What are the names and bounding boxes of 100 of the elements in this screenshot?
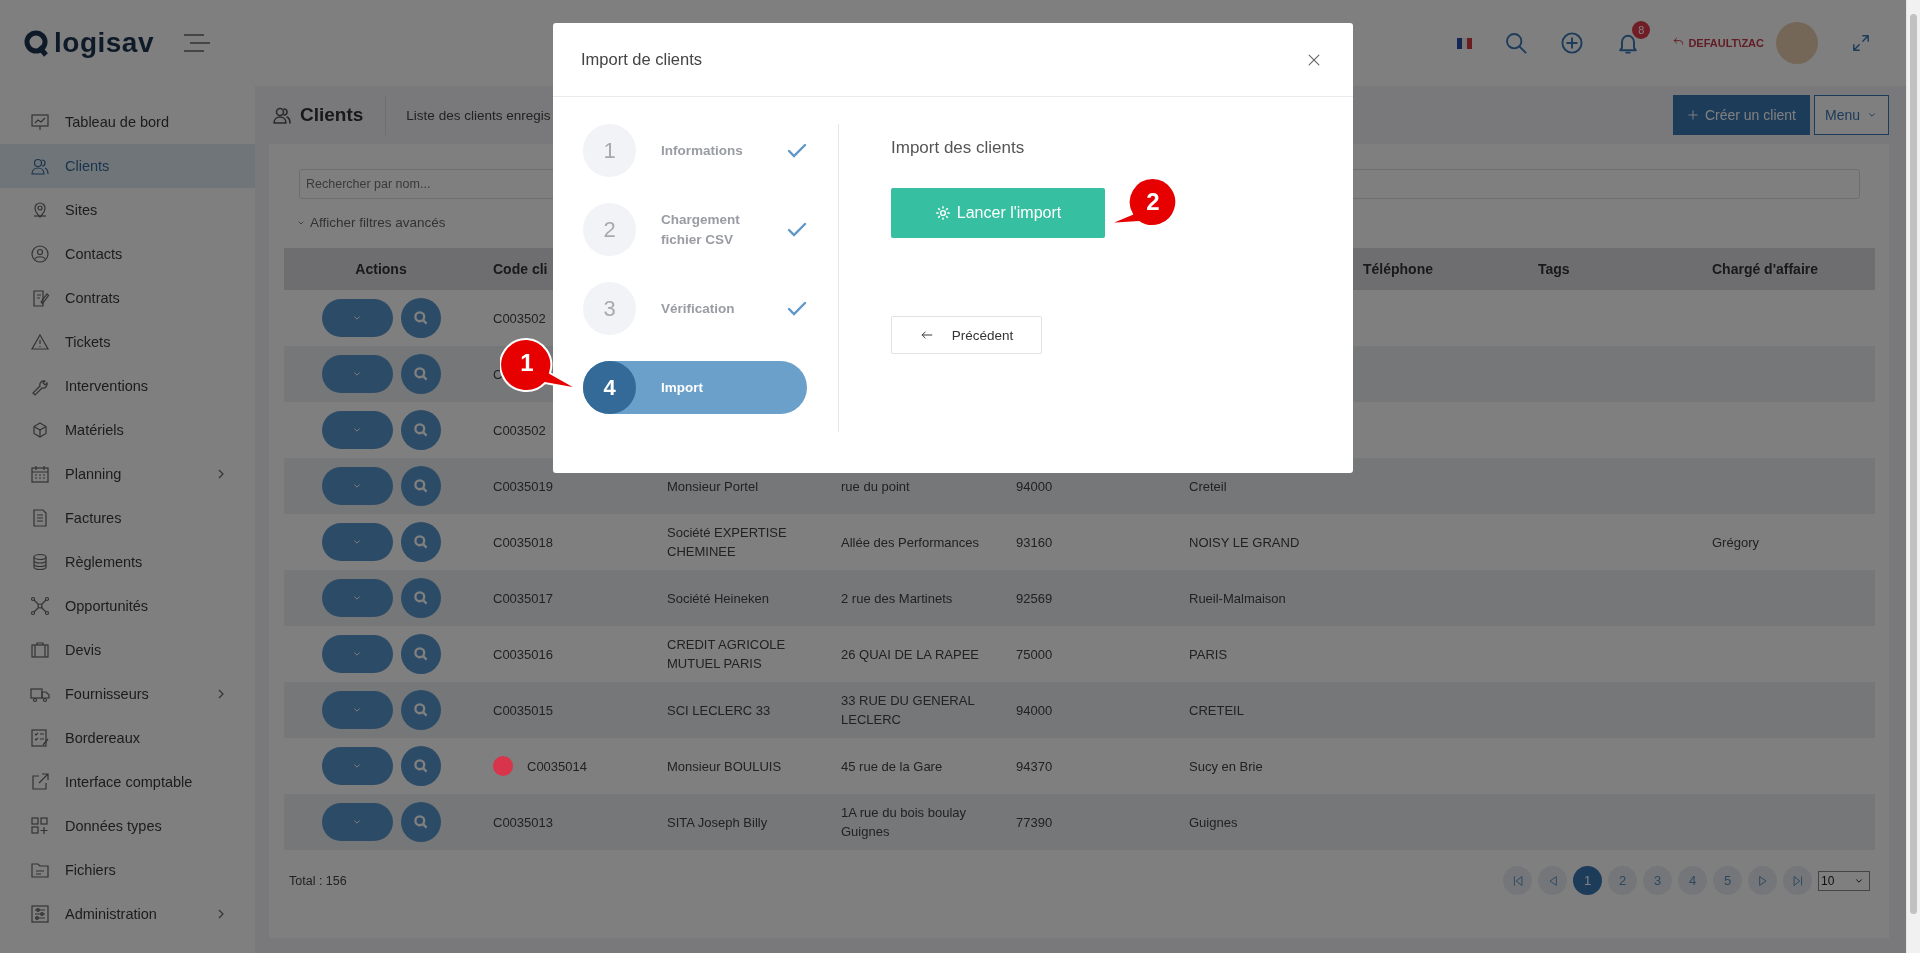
page-subtitle: Liste des clients enregis	[406, 107, 551, 123]
advanced-filters-link[interactable]: Afficher filtres avancés	[296, 215, 446, 230]
sidebar-item[interactable]: Fichiers	[0, 848, 255, 892]
wizard-step[interactable]: 4 Import	[583, 361, 807, 414]
page-button[interactable]: 2	[1608, 866, 1637, 895]
step-label: Vérification	[661, 299, 736, 318]
view-button[interactable]	[400, 634, 441, 674]
view-button[interactable]	[400, 690, 441, 730]
table-cell-text: Monsieur BOULUIS	[667, 757, 782, 776]
wizard-step[interactable]: 2 Chargement fichier CSV	[583, 203, 807, 256]
create-client-button[interactable]: Créer un client	[1672, 95, 1810, 135]
actions-dropdown-button[interactable]	[321, 523, 393, 561]
table-cell-text: C0035019	[493, 477, 553, 496]
sidebar-item[interactable]: Contacts	[0, 232, 255, 276]
sidebar-item[interactable]: Planning	[0, 452, 255, 496]
scrollbar[interactable]	[1906, 0, 1920, 953]
column-header[interactable]: Tags	[1538, 261, 1570, 277]
actions-dropdown-button[interactable]	[321, 747, 393, 785]
avatar[interactable]	[1776, 22, 1818, 64]
view-button[interactable]	[400, 410, 441, 450]
last-page-button[interactable]	[1783, 866, 1812, 895]
view-button[interactable]	[400, 298, 441, 338]
table-cell-text: 33 RUE DU GENERAL LECLERC	[841, 692, 976, 729]
actions-dropdown-button[interactable]	[321, 411, 393, 449]
view-button[interactable]	[400, 466, 441, 506]
sidebar-item[interactable]: Règlements	[0, 540, 255, 584]
sidebar-item[interactable]: Opportunités	[0, 584, 255, 628]
logo-text: logisav	[54, 27, 154, 59]
sidebar-item[interactable]: Interventions	[0, 364, 255, 408]
folder-icon	[30, 860, 50, 880]
page-button[interactable]: 1	[1573, 866, 1602, 895]
table-cell-text: Sucy en Brie	[1189, 757, 1263, 776]
column-header[interactable]: Téléphone	[1363, 261, 1433, 277]
view-button[interactable]	[400, 578, 441, 618]
sidebar-item[interactable]: Bordereaux	[0, 716, 255, 760]
table-cell-text: C0035016	[493, 645, 553, 664]
step-label: Chargement fichier CSV	[661, 210, 741, 249]
column-header[interactable]: Chargé d'affaire	[1712, 261, 1819, 277]
document-icon	[30, 508, 50, 528]
sidebar-item[interactable]: Interface comptable	[0, 760, 255, 804]
table-cell-text: SCI LECLERC 33	[667, 701, 771, 720]
page-button[interactable]: 3	[1643, 866, 1672, 895]
table-cell-text: Creteil	[1189, 477, 1227, 496]
cube-icon	[30, 420, 50, 440]
sidebar-item[interactable]: Matériels	[0, 408, 255, 452]
search-icon	[412, 758, 429, 774]
column-header[interactable]: Actions	[355, 261, 407, 277]
step-label: Import	[661, 378, 704, 397]
flag-icon[interactable]	[1457, 37, 1473, 49]
sidebar-item[interactable]: Administration	[0, 892, 255, 936]
table-cell-text: C0035013	[493, 813, 553, 832]
start-import-button[interactable]: Lancer l'import	[891, 188, 1105, 238]
view-button[interactable]	[400, 522, 441, 562]
sidebar-item[interactable]: Factures	[0, 496, 255, 540]
actions-dropdown-button[interactable]	[321, 467, 393, 505]
wizard-step[interactable]: 1 Informations	[583, 124, 807, 177]
step-number: 1	[583, 124, 636, 177]
actions-dropdown-button[interactable]	[321, 803, 393, 841]
view-button[interactable]	[400, 746, 441, 786]
table-cell-text: SITA Joseph Billy	[667, 813, 768, 832]
sidebar-item[interactable]: Tickets	[0, 320, 255, 364]
search-icon	[412, 646, 429, 662]
sidebar-item[interactable]: Données types	[0, 804, 255, 848]
table-cell-text: C0035014	[527, 757, 587, 776]
wizard-step[interactable]: 3 Vérification	[583, 282, 807, 335]
sidebar-item[interactable]: Fournisseurs	[0, 672, 255, 716]
table-cell-text: NOISY LE GRAND	[1189, 533, 1300, 552]
previous-button[interactable]: Précédent	[891, 316, 1042, 354]
sidebar-item[interactable]: Devis	[0, 628, 255, 672]
previous-page-button[interactable]	[1538, 866, 1567, 895]
first-page-button[interactable]	[1503, 866, 1532, 895]
actions-dropdown-button[interactable]	[321, 355, 393, 393]
actions-dropdown-button[interactable]	[321, 579, 393, 617]
sidebar-item[interactable]: Clients	[0, 144, 255, 188]
table-cell-text: 94370	[1016, 757, 1053, 776]
column-header[interactable]: Code cli	[493, 261, 548, 277]
sidebar-item[interactable]: Contrats	[0, 276, 255, 320]
step-number: 3	[583, 282, 636, 335]
section-title: Import des clients	[891, 138, 1025, 158]
next-page-button[interactable]	[1748, 866, 1777, 895]
page-button[interactable]: 5	[1713, 866, 1742, 895]
view-button[interactable]	[400, 802, 441, 842]
user-name[interactable]: DEFAULT\ZAC	[1688, 37, 1764, 49]
actions-dropdown-button[interactable]	[321, 691, 393, 729]
sidebar-item[interactable]: Sites	[0, 188, 255, 232]
search-icon	[412, 814, 429, 830]
checklist-icon	[30, 728, 50, 748]
sidebar-item[interactable]: Tableau de bord	[0, 100, 255, 144]
page-size-select[interactable]: 10	[1818, 870, 1870, 891]
callout-number: 2	[1145, 188, 1161, 216]
menu-button[interactable]: Menu	[1813, 95, 1889, 135]
search-icon	[412, 366, 429, 382]
view-button[interactable]	[400, 354, 441, 394]
actions-dropdown-button[interactable]	[321, 635, 393, 673]
table-cell-text: rue du point	[841, 477, 910, 496]
people-icon	[272, 105, 292, 125]
search-icon	[412, 422, 429, 438]
actions-dropdown-button[interactable]	[321, 299, 393, 337]
search-icon	[412, 590, 429, 606]
menu-icon[interactable]	[184, 34, 210, 52]
